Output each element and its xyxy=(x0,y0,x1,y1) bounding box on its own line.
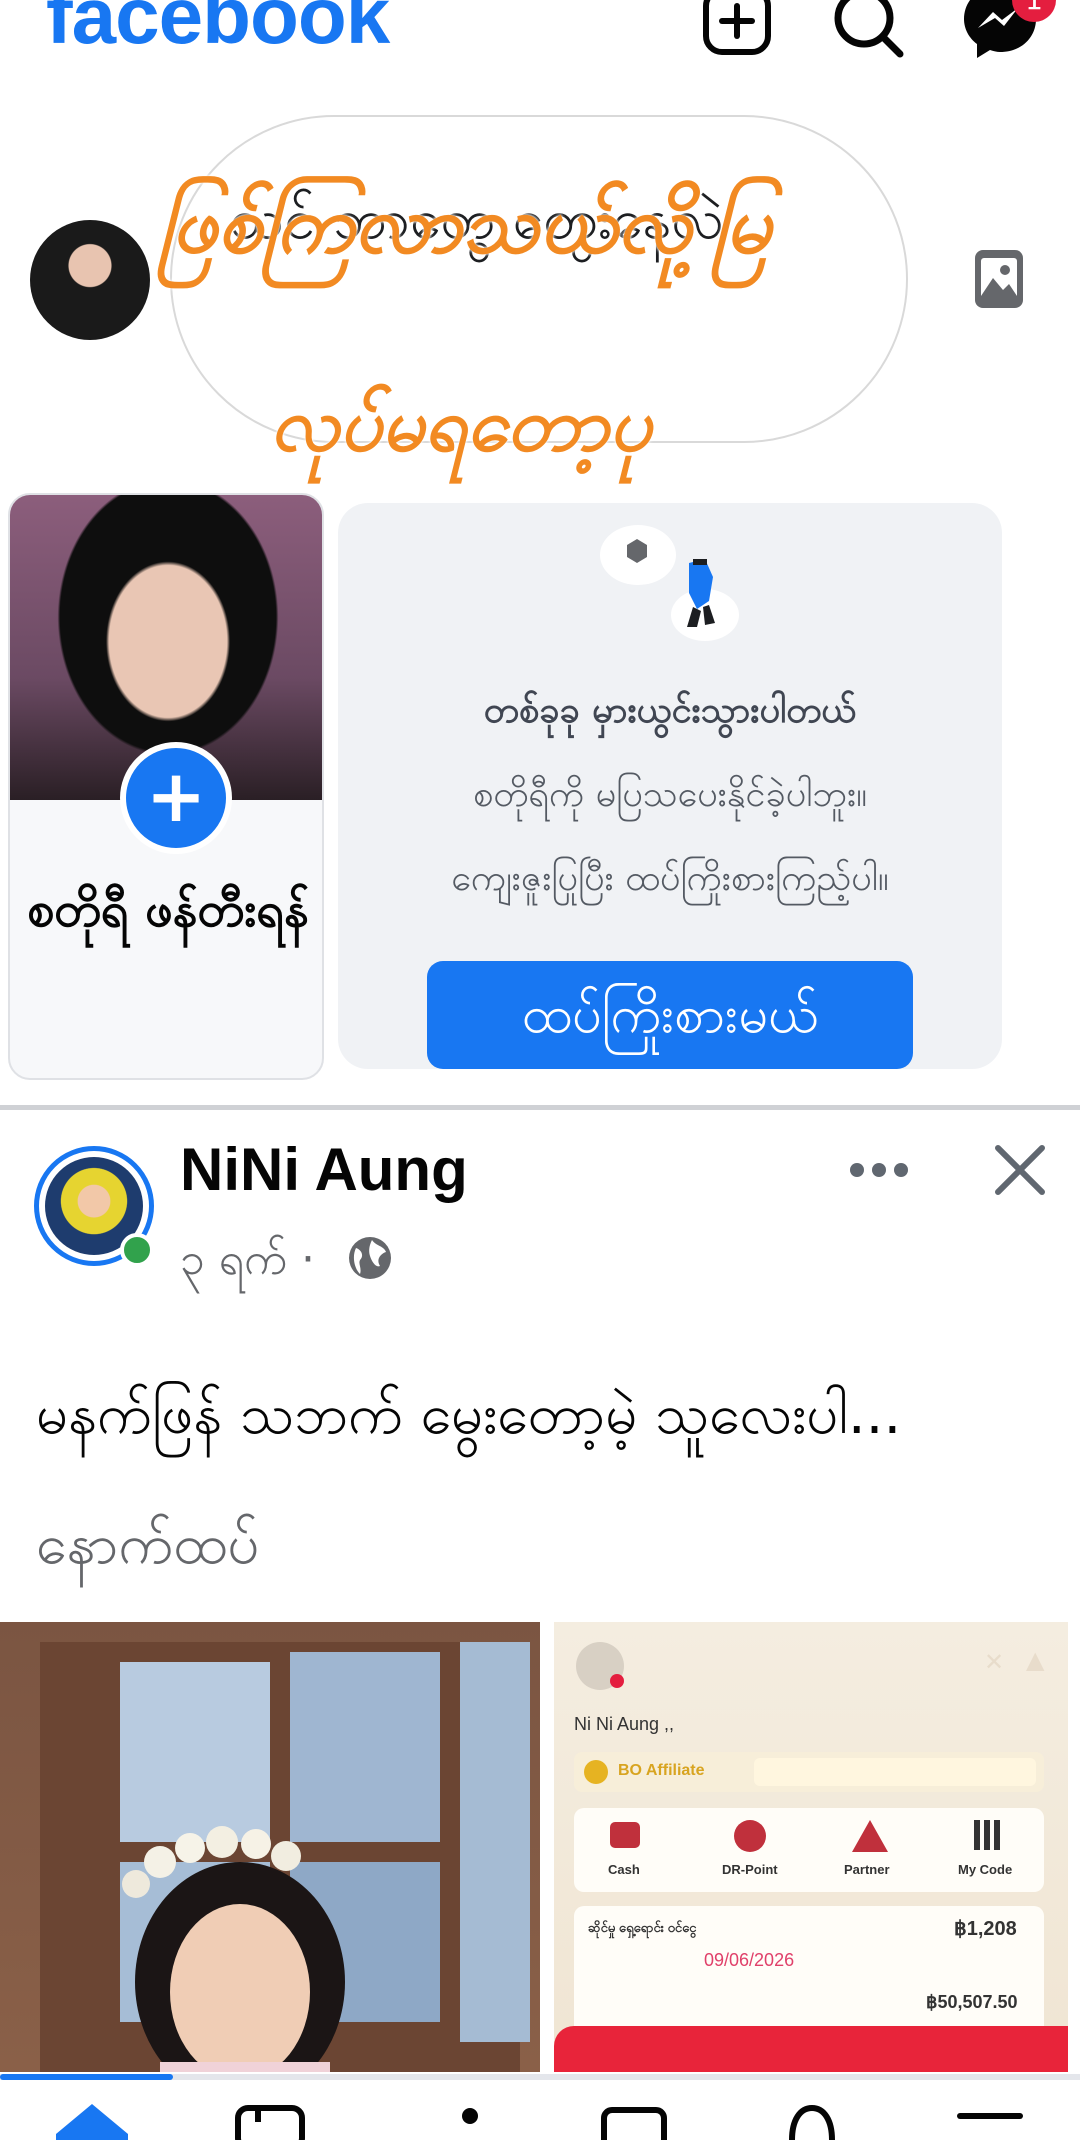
story-error-message: စတိုရီကို မပြသပေးနိုင်ခဲ့ပါဘူး။ xyxy=(472,774,868,815)
balance-value: ฿50,507.50 xyxy=(926,1992,1018,2012)
video-icon[interactable] xyxy=(230,2102,310,2140)
story-error-hint: ကျေးဇူးပြုပြီး ထပ်ကြိုးစားကြည့်ပါ။ xyxy=(451,858,889,899)
screenshot-badge xyxy=(610,1674,624,1688)
user-avatar[interactable] xyxy=(30,220,150,340)
hide-post-close-icon[interactable] xyxy=(990,1140,1050,1200)
facebook-logo: facebook xyxy=(46,0,390,60)
screenshot-affiliate-label: BO Affiliate xyxy=(618,1762,705,1779)
screenshot-bell-icon: ▲ xyxy=(1026,1646,1045,1674)
create-story-label: စတိုရီ ဖန်တီးရန် xyxy=(27,882,309,938)
bottom-navigation xyxy=(0,2080,1080,2140)
overlay-caption-line1: ဖြစ်ကြလာသယ်လို့မြ xyxy=(158,178,772,271)
globe-icon xyxy=(349,1237,391,1279)
post-author-name[interactable]: NiNi Aung xyxy=(180,1130,468,1210)
more-options-button[interactable] xyxy=(848,1150,910,1190)
create-story-card[interactable]: + စတိုရီ ဖန်တီးရန် xyxy=(8,493,324,1080)
post-body: မနက်ဖြန် သဘက် မွေးတော့မဲ့ သူလေးပါ... နော… xyxy=(36,1350,1046,1610)
dr-point-icon xyxy=(734,1820,766,1852)
tile-cash: Cash xyxy=(608,1862,640,1877)
screenshot-expand-icon: ✕ xyxy=(984,1648,1005,1676)
story-error-card: တစ်ခုခု မှားယွင်းသွားပါတယ် စတိုရီကို မပြ… xyxy=(338,503,1002,1069)
story-error-title: တစ်ခုခု မှားယွင်းသွားပါတယ် xyxy=(483,690,857,731)
home-icon[interactable] xyxy=(52,2102,132,2140)
post-timestamp[interactable]: ၃ ရက် · xyxy=(180,1225,315,1295)
photo-icon[interactable] xyxy=(975,250,1023,308)
see-more-link[interactable]: နောက်ထပ် xyxy=(36,1512,259,1577)
screenshot-affiliate-bar: BO Affiliate xyxy=(574,1752,1044,1792)
post-photo-1[interactable] xyxy=(0,1622,540,2072)
tile-partner: Partner xyxy=(844,1862,890,1877)
post-photo-2[interactable]: ✕ ▲ Ni Ni Aung ,, BO Affiliate Cash DR-P… xyxy=(554,1622,1068,2072)
marketplace-icon[interactable] xyxy=(596,2102,676,2140)
earnings-value: ฿1,208 xyxy=(954,1918,1017,1940)
earnings-label: ဆိုင်မှု ရှေ့ရောင်း ဝင်ငွေ xyxy=(588,1920,697,1935)
screenshot-red-banner xyxy=(554,2026,1068,2072)
section-divider xyxy=(0,1105,1080,1110)
retry-button[interactable]: ထပ်ကြိုးစားမယ် xyxy=(427,961,913,1069)
broken-robot-illustration-icon xyxy=(600,525,739,641)
earnings-date: 09/06/2026 xyxy=(704,1950,795,1970)
tile-dr-point: DR-Point xyxy=(722,1862,778,1877)
notifications-icon[interactable] xyxy=(772,2102,852,2140)
menu-icon[interactable] xyxy=(950,2102,1030,2140)
window-portrait-image xyxy=(40,1642,530,2072)
online-status-dot xyxy=(120,1233,154,1267)
coin-icon xyxy=(584,1760,608,1784)
add-story-icon[interactable]: + xyxy=(120,742,232,854)
screenshot-earnings-card: ဆိုင်မှု ရှေ့ရောင်း ဝင်ငွေ ฿1,208 09/06/… xyxy=(574,1906,1044,2036)
post-text: မနက်ဖြန် သဘက် မွေးတော့မဲ့ သူလေးပါ... xyxy=(36,1382,902,1447)
tile-my-code: My Code xyxy=(958,1862,1013,1877)
screenshot-tiles: Cash DR-Point Partner My Code xyxy=(574,1808,1044,1892)
screenshot-affiliate-note xyxy=(754,1758,1036,1786)
search-icon[interactable] xyxy=(828,0,908,62)
create-post-icon[interactable] xyxy=(698,0,778,62)
screenshot-username: Ni Ni Aung ,, xyxy=(574,1714,675,1734)
qr-code-icon xyxy=(974,1820,1004,1850)
friends-icon[interactable] xyxy=(418,2102,498,2140)
wallet-icon xyxy=(610,1822,640,1848)
partner-icon xyxy=(852,1820,888,1852)
overlay-caption-line2: လုပ်မရတော့ပု xyxy=(270,382,652,468)
